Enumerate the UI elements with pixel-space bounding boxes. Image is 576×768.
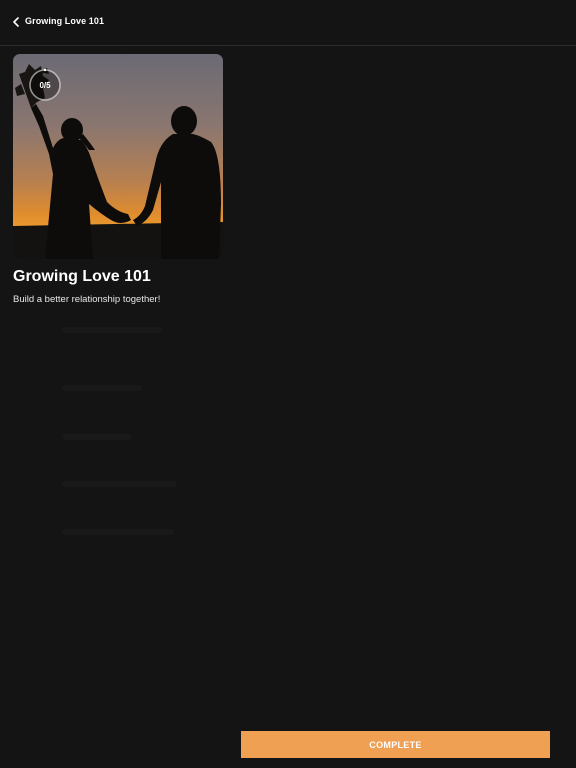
progress-count: 0/5 [39, 80, 51, 90]
top-bar: Growing Love 101 [0, 0, 576, 46]
lesson-placeholder [62, 434, 132, 440]
lesson-placeholder [62, 327, 162, 333]
page-title: Growing Love 101 [25, 16, 105, 26]
back-button[interactable] [8, 13, 24, 31]
complete-button[interactable]: COMPLETE [241, 731, 550, 758]
lesson-placeholder [62, 385, 142, 391]
course-subtitle: Build a better relationship together! [13, 294, 161, 305]
lesson-placeholder [62, 481, 177, 487]
course-title: Growing Love 101 [13, 268, 151, 285]
chevron-left-icon [13, 17, 19, 27]
course-screen: Growing Love 101 0/5 Growing Love 101 Bu… [0, 0, 576, 768]
lesson-placeholder [62, 529, 174, 535]
